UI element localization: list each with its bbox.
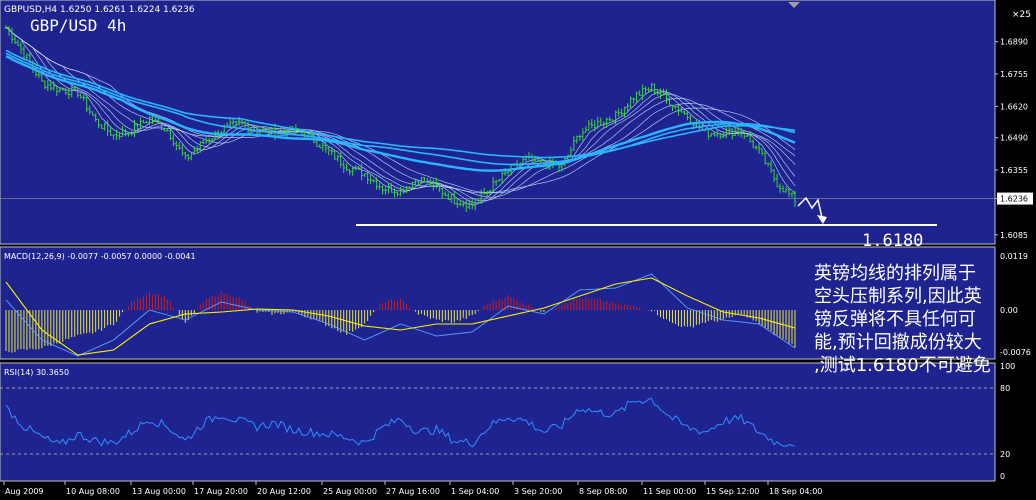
time-tick-label: 20 Aug 12:00: [257, 487, 311, 496]
time-tick-label: 27 Aug 16:00: [386, 487, 440, 496]
time-tick-label: 11 Sep 00:00: [643, 487, 696, 496]
price-tick-label: 1.6490: [1000, 134, 1028, 143]
rsi-title: RSI(14) 30.3650: [4, 368, 69, 377]
time-axis: Aug 2009 10 Aug 08:00 13 Aug 00:00 17 Aug 2…: [3, 481, 822, 496]
time-tick-label: 17 Aug 20:00: [194, 487, 248, 496]
chart-title: GBP/USD 4h: [30, 16, 126, 35]
chart-window: GBPUSD,H4 1.6250 1.6261 1.6224 1.6236 GB…: [0, 0, 1036, 500]
price-tick-label: 1.6755: [1000, 70, 1028, 79]
comment-text: 英镑均线的排列属于 空头压制系列,因此英 镑反弹将不具任何可 能,预计回撤成份较…: [814, 263, 991, 376]
time-tick-label: 18 Sep 04:00: [769, 487, 822, 496]
rsi-tick-label: 100: [1000, 362, 1015, 371]
macd-axis: 0.0119 0.00 -0.0076: [1000, 252, 1031, 357]
price-tick-label: 1.6085: [1000, 231, 1028, 240]
time-tick-label: Aug 2009: [5, 487, 44, 496]
time-tick-label: 10 Aug 08:00: [66, 487, 120, 496]
rsi-tick-label: 80: [1000, 384, 1010, 393]
rsi-tick-label: 20: [1000, 450, 1010, 459]
rsi-axis: 100 80 20 0: [1000, 362, 1015, 481]
chart-canvas: GBPUSD,H4 1.6250 1.6261 1.6224 1.6236 GB…: [0, 0, 1033, 496]
price-tick-label: 1.6355: [1000, 166, 1028, 175]
macd-tick-label: -0.0076: [1000, 348, 1031, 357]
support-label: 1.6180: [862, 231, 923, 251]
comment-line: 英镑均线的排列属于: [814, 263, 976, 284]
macd-tick-label: 0.0119: [1000, 252, 1028, 261]
symbol-info: GBPUSD,H4 1.6250 1.6261 1.6224 1.6236: [4, 5, 195, 15]
time-tick-label: 25 Aug 00:00: [323, 487, 377, 496]
comment-line: 能,预计回撤成份较大: [814, 332, 982, 353]
comment-line: 镑反弹将不具任何可: [814, 309, 976, 330]
rsi-tick-label: 0: [1000, 472, 1005, 481]
price-tick-label: 1.6890: [1000, 38, 1028, 47]
comment-line: 空头压制系列,因此英: [814, 286, 982, 307]
macd-tick-label: 0.00: [1000, 306, 1018, 315]
price-tick-label: 1.6236: [1000, 195, 1028, 204]
comment-line: ,测试1.6180不可避免: [814, 355, 991, 376]
time-tick-label: 1 Sep 04:00: [451, 487, 499, 496]
time-tick-label: 8 Sep 08:00: [579, 487, 627, 496]
macd-title: MACD(12,26,9) -0.0077 -0.0057 0.0000 -0.…: [4, 252, 196, 261]
time-tick-label: 13 Aug 00:00: [132, 487, 186, 496]
time-tick-label: 3 Sep 20:00: [514, 487, 562, 496]
price-tick-label: 1.6620: [1000, 102, 1028, 111]
corner-label: ×25: [1012, 10, 1031, 20]
time-tick-label: 15 Sep 12:00: [706, 487, 759, 496]
